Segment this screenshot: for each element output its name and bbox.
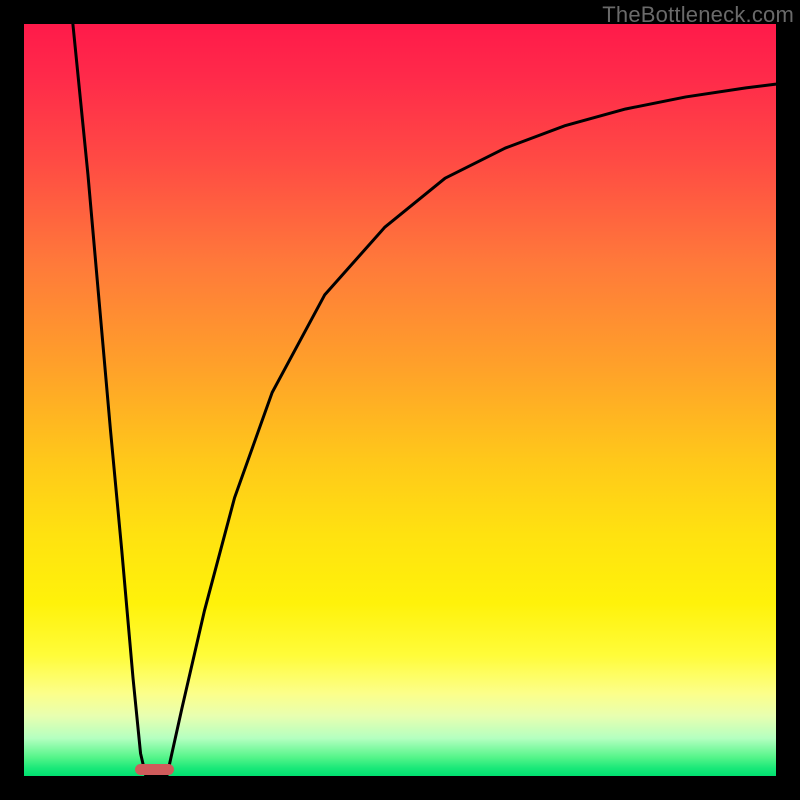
bottleneck-curve: [24, 24, 776, 776]
chart-frame: TheBottleneck.com: [0, 0, 800, 800]
plot-area: [24, 24, 776, 776]
watermark-text: TheBottleneck.com: [602, 2, 794, 28]
curve-path: [73, 24, 776, 776]
optimal-marker: [135, 764, 174, 775]
